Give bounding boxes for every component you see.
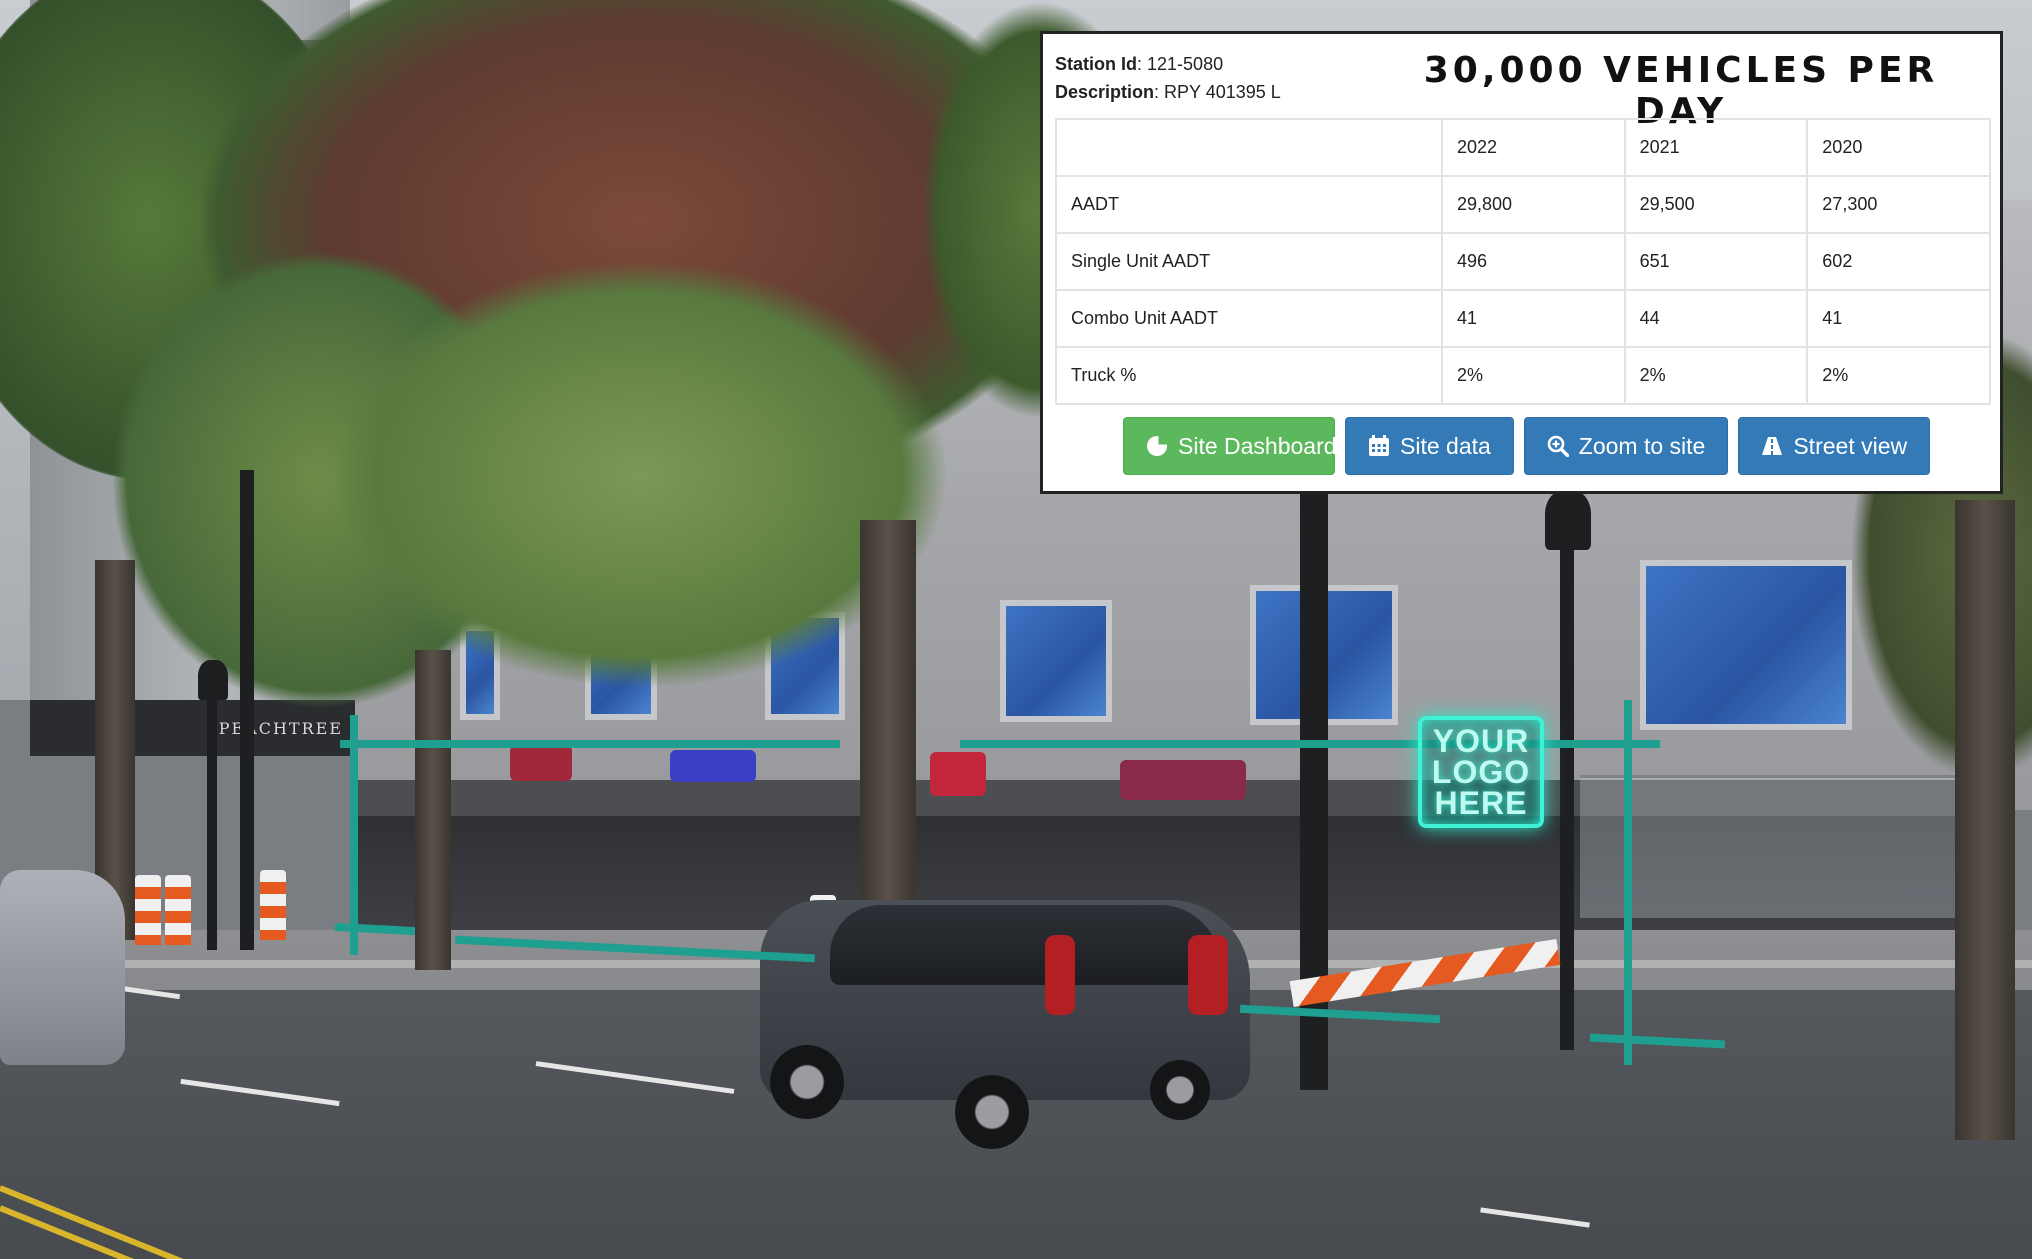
table-header-year: 2022 [1440,118,1626,177]
car-window [830,905,1220,985]
glass-railing [1580,775,1980,918]
zoom-to-site-button[interactable]: Zoom to site [1523,417,1729,475]
station-id-value: 121-5080 [1147,54,1224,74]
street-lamp [198,660,228,700]
row-label: Single Unit AADT [1055,232,1443,291]
table-row: AADT 29,800 29,500 27,300 [1055,175,1991,234]
station-meta: Station Id: 121-5080 Description: RPY 40… [1055,50,1281,106]
tail-light [1045,935,1075,1015]
parked-car [0,870,125,1065]
zoom-in-icon [1547,435,1569,458]
light-pole [207,700,217,950]
site-dashboard-button[interactable]: Site Dashboard [1123,417,1337,475]
row-label: Truck % [1055,346,1443,405]
store-sign [1120,760,1246,800]
table-row: Truck % 2% 2% 2% [1055,346,1991,405]
table-header-row: 2022 2021 2020 [1055,118,1991,177]
traffic-barrel [260,870,286,940]
tree-trunk [860,520,916,920]
store-sign [670,750,756,782]
table-cell: 44 [1623,289,1809,348]
table-cell: 29,800 [1440,175,1626,234]
description-row: Description: RPY 401395 L [1055,82,1281,102]
site-boundary [960,740,1660,748]
button-label: Zoom to site [1578,432,1706,459]
tail-light [1188,935,1228,1015]
row-label: Combo Unit AADT [1055,289,1443,348]
traffic-table: 2022 2021 2020 AADT 29,800 29,500 27,300… [1055,118,1991,405]
table-cell: 2% [1623,346,1809,405]
button-label: Street view [1793,432,1908,459]
button-label: Site data [1400,432,1491,459]
building-window [1000,600,1112,722]
calendar-icon [1368,435,1390,457]
traffic-barrel [165,875,191,945]
car-wheel [1150,1060,1210,1120]
table-cell: 2% [1440,346,1626,405]
table-cell: 2% [1806,346,1991,405]
car-wheel [770,1045,844,1119]
site-boundary [350,715,358,955]
table-header-year: 2021 [1623,118,1809,177]
station-info-popup: Station Id: 121-5080 Description: RPY 40… [1040,31,2003,494]
street-view-button[interactable]: Street view [1738,417,1931,475]
light-pole [240,470,254,950]
table-cell: 651 [1623,232,1809,291]
button-label: Site Dashboard [1178,432,1337,459]
table-cell: 602 [1806,232,1991,291]
table-cell: 41 [1806,289,1991,348]
pie-chart-icon [1146,434,1169,457]
row-label: AADT [1055,175,1443,234]
logo-text: YOUR [1432,722,1530,759]
street-lamp [1545,490,1591,550]
description-label: Description [1055,82,1155,102]
station-id-row: Station Id: 121-5080 [1055,54,1224,74]
road-icon [1761,435,1783,457]
table-cell: 27,300 [1806,175,1991,234]
light-pole [1560,540,1574,1050]
action-buttons: Site Dashboard Site data Zoom to site St… [1123,417,1931,475]
car-wheel [955,1075,1029,1149]
logo-text: LOGO [1431,753,1531,790]
table-header-year: 2020 [1806,118,1991,177]
table-cell: 41 [1440,289,1626,348]
tree-canopy [330,260,950,690]
tree-trunk [1955,500,2015,1140]
site-boundary [1624,700,1632,1065]
site-boundary [340,740,840,748]
traffic-barrel [135,875,161,945]
station-id-label: Station Id [1055,54,1137,74]
table-row: Combo Unit AADT 41 44 41 [1055,289,1991,348]
table-cell: 496 [1440,232,1626,291]
description-value: RPY 401395 L [1164,82,1281,102]
table-header-empty [1055,118,1443,177]
site-data-button[interactable]: Site data [1345,417,1514,475]
building-window [1640,560,1852,730]
store-sign [930,752,986,796]
store-sign [510,745,572,781]
table-row: Single Unit AADT 496 651 602 [1055,232,1991,291]
logo-text: HERE [1434,784,1528,821]
tree-trunk [415,650,451,970]
table-cell: 29,500 [1623,175,1809,234]
your-logo-here-sign: YOUR LOGO HERE [1418,716,1544,828]
